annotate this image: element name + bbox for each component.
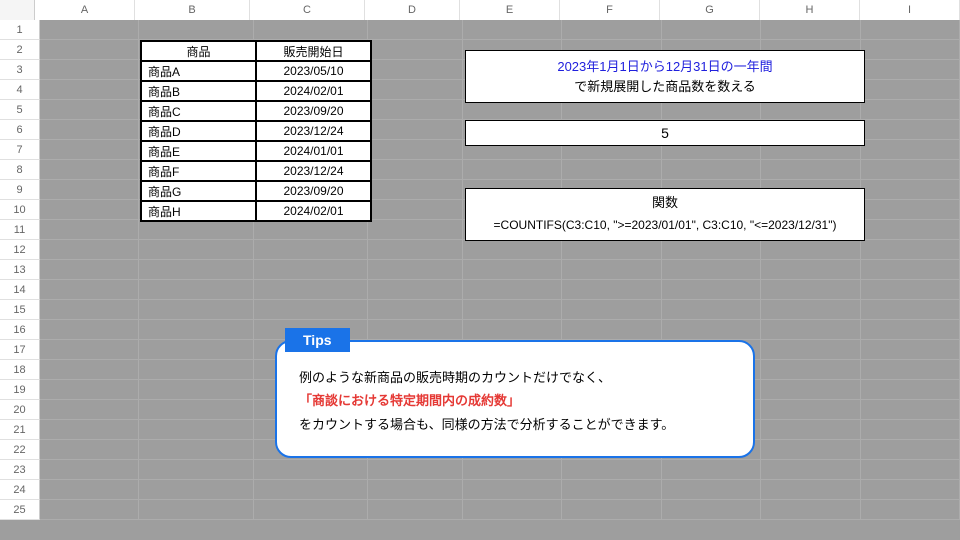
row-header-3[interactable]: 3 — [0, 60, 40, 80]
row-header-4[interactable]: 4 — [0, 80, 40, 100]
row-header-17[interactable]: 17 — [0, 340, 40, 360]
row-header-6[interactable]: 6 — [0, 120, 40, 140]
row-header-12[interactable]: 12 — [0, 240, 40, 260]
product-name: 商品D — [141, 121, 256, 141]
product-date: 2023/12/24 — [256, 121, 371, 141]
row-header-24[interactable]: 24 — [0, 480, 40, 500]
product-name: 商品C — [141, 101, 256, 121]
column-header-B[interactable]: B — [135, 0, 250, 20]
product-date: 2023/09/20 — [256, 101, 371, 121]
column-header-F[interactable]: F — [560, 0, 660, 20]
row-header-22[interactable]: 22 — [0, 440, 40, 460]
table-row: 商品D2023/12/24 — [141, 121, 371, 141]
row-header-2[interactable]: 2 — [0, 40, 40, 60]
product-date: 2023/09/20 — [256, 181, 371, 201]
row-headers: 1234567891011121314151617181920212223242… — [0, 20, 40, 520]
product-name: 商品E — [141, 141, 256, 161]
column-headers: ABCDEFGHI — [0, 0, 960, 20]
info-box: 2023年1月1日から12月31日の一年間 で新規展開した商品数を数える — [465, 50, 865, 103]
tips-highlight: 「商談における特定期間内の成約数」 — [299, 393, 520, 408]
column-header-C[interactable]: C — [250, 0, 365, 20]
spreadsheet: ABCDEFGHI 123456789101112131415161718192… — [0, 0, 960, 540]
table-row: 商品E2024/01/01 — [141, 141, 371, 161]
row-header-18[interactable]: 18 — [0, 360, 40, 380]
row-header-20[interactable]: 20 — [0, 400, 40, 420]
row-header-5[interactable]: 5 — [0, 100, 40, 120]
product-date: 2023/12/24 — [256, 161, 371, 181]
table-row: 商品A2023/05/10 — [141, 61, 371, 81]
product-table: 商品 販売開始日 商品A2023/05/10商品B2024/02/01商品C20… — [140, 40, 372, 222]
table-row: 商品B2024/02/01 — [141, 81, 371, 101]
tips-box: 例のような新商品の販売時期のカウントだけでなく、 「商談における特定期間内の成約… — [275, 340, 755, 458]
product-name: 商品A — [141, 61, 256, 81]
product-name: 商品G — [141, 181, 256, 201]
table-header-product: 商品 — [141, 41, 256, 61]
row-header-19[interactable]: 19 — [0, 380, 40, 400]
product-date: 2024/01/01 — [256, 141, 371, 161]
tips-container: Tips 例のような新商品の販売時期のカウントだけでなく、 「商談における特定期… — [275, 340, 755, 458]
function-formula: =COUNTIFS(C3:C10, ">=2023/01/01", C3:C10… — [465, 210, 865, 241]
row-header-10[interactable]: 10 — [0, 200, 40, 220]
table-row: 商品G2023/09/20 — [141, 181, 371, 201]
column-header-H[interactable]: H — [760, 0, 860, 20]
row-header-13[interactable]: 13 — [0, 260, 40, 280]
product-name: 商品F — [141, 161, 256, 181]
row-header-9[interactable]: 9 — [0, 180, 40, 200]
table-row: 商品F2023/12/24 — [141, 161, 371, 181]
product-date: 2024/02/01 — [256, 201, 371, 221]
corner-cell[interactable] — [0, 0, 35, 20]
product-name: 商品B — [141, 81, 256, 101]
row-header-25[interactable]: 25 — [0, 500, 40, 520]
table-header-date: 販売開始日 — [256, 41, 371, 61]
row-header-1[interactable]: 1 — [0, 20, 40, 40]
row-header-11[interactable]: 11 — [0, 220, 40, 240]
column-header-I[interactable]: I — [860, 0, 960, 20]
row-header-23[interactable]: 23 — [0, 460, 40, 480]
tips-line3: をカウントする場合も、同様の方法で分析することができます。 — [299, 417, 674, 432]
row-header-21[interactable]: 21 — [0, 420, 40, 440]
column-header-G[interactable]: G — [660, 0, 760, 20]
row-header-14[interactable]: 14 — [0, 280, 40, 300]
column-header-E[interactable]: E — [460, 0, 560, 20]
column-header-A[interactable]: A — [35, 0, 135, 20]
product-name: 商品H — [141, 201, 256, 221]
row-header-15[interactable]: 15 — [0, 300, 40, 320]
count-result: 5 — [465, 120, 865, 146]
row-header-16[interactable]: 16 — [0, 320, 40, 340]
tips-badge: Tips — [285, 328, 350, 352]
table-row: 商品C2023/09/20 — [141, 101, 371, 121]
tips-line1: 例のような新商品の販売時期のカウントだけでなく、 — [299, 370, 611, 385]
product-date: 2023/05/10 — [256, 61, 371, 81]
column-header-D[interactable]: D — [365, 0, 460, 20]
row-header-8[interactable]: 8 — [0, 160, 40, 180]
product-date: 2024/02/01 — [256, 81, 371, 101]
row-header-7[interactable]: 7 — [0, 140, 40, 160]
table-row: 商品H2024/02/01 — [141, 201, 371, 221]
info-highlight: 2023年1月1日から12月31日の一年間 — [557, 59, 772, 74]
info-line2: で新規展開した商品数を数える — [574, 79, 756, 94]
